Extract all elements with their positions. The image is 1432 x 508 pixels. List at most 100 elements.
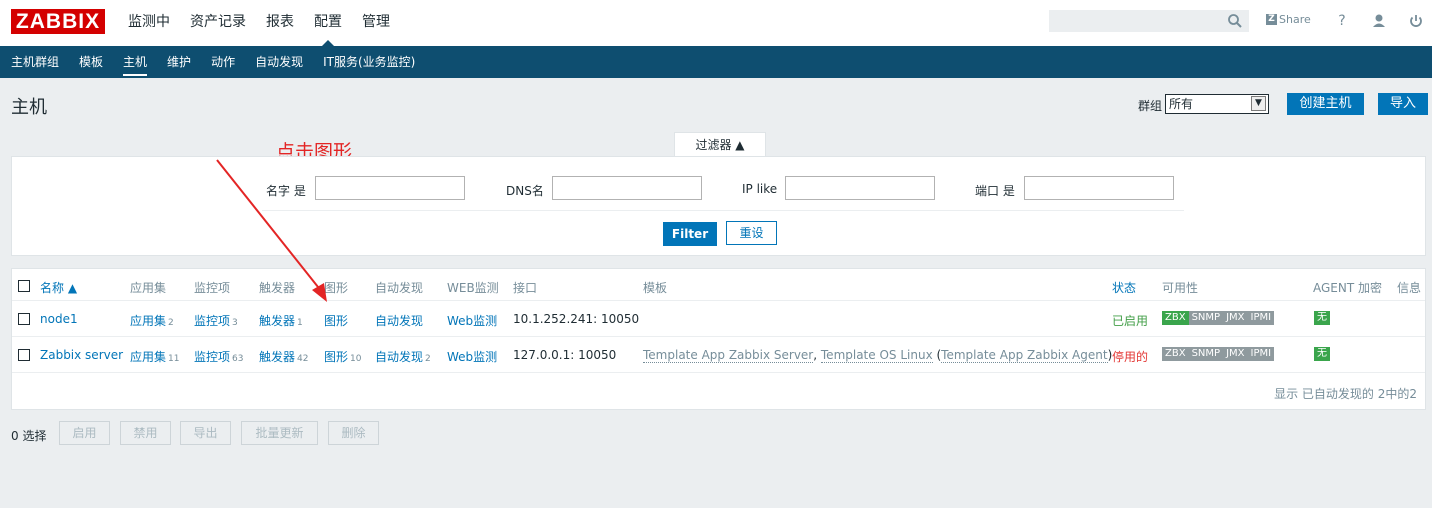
delete-button[interactable]: 删除 [328,421,379,445]
triggers-cell: 触发器 1 [259,312,303,329]
main-nav: 监测中 资产记录 报表 配置 管理 [118,0,400,46]
col-availability: 可用性 [1162,281,1199,295]
applications-cell: 应用集 2 [130,312,174,329]
user-icon[interactable] [1370,12,1388,30]
subnav-maintenance[interactable]: 维护 [157,46,201,78]
graphs-link[interactable]: 图形 [324,314,348,328]
template-link[interactable]: Template App Zabbix Server [643,348,814,363]
triggers-link[interactable]: 触发器 [259,350,295,364]
graphs-link[interactable]: 图形 [324,350,348,364]
subnav-discovery[interactable]: 自动发现 [245,46,313,78]
items-count: 3 [232,318,238,328]
status-link[interactable]: 已启用 [1112,312,1148,329]
status-link[interactable]: 停用的 [1112,348,1148,365]
logout-icon[interactable] [1407,12,1425,30]
col-status[interactable]: 状态 [1112,279,1136,296]
templates-cell: Template App Zabbix Server, Template OS … [643,348,1112,363]
discovery-count: 2 [425,354,431,364]
row-divider [12,372,1425,373]
triggers-link[interactable]: 触发器 [259,314,295,328]
discovery-cell: 自动发现 2 [375,348,431,365]
template-link[interactable]: Template OS Linux [820,348,933,363]
applications-link[interactable]: 应用集 [130,350,166,364]
template-link[interactable]: Template App Zabbix Agent [941,348,1108,363]
interface-cell: 127.0.0.1: 10050 [513,348,617,362]
jmx-badge: JMX [1223,311,1248,325]
triggers-count: 1 [297,318,303,328]
ipmi-badge: IPMI [1247,311,1275,325]
nav-administration[interactable]: 管理 [352,0,400,46]
filter-dns-input[interactable] [552,176,702,200]
col-web: WEB监测 [447,281,499,295]
filter-name-input[interactable] [315,176,465,200]
top-bar: ZABBIX 监测中 资产记录 报表 配置 管理 Z Share ? [0,0,1432,46]
host-name-link[interactable]: Zabbix server [40,348,123,362]
host-name-link[interactable]: node1 [40,312,78,326]
availability-badges: ZBX SNMP JMX IPMI [1162,347,1275,361]
reset-button[interactable]: 重设 [726,221,777,245]
filter-ip-input[interactable] [785,176,935,200]
group-select-value: 所有 [1169,97,1194,111]
zbx-badge: ZBX [1162,347,1189,361]
help-icon[interactable]: ? [1333,12,1351,30]
col-interface: 接口 [513,281,538,295]
nav-inventory[interactable]: 资产记录 [180,0,256,46]
nav-monitoring[interactable]: 监测中 [118,0,180,46]
subnav-templates[interactable]: 模板 [69,46,113,78]
template-separator: , [813,348,821,362]
filter-button[interactable]: Filter [663,222,717,246]
snmp-badge: SNMP [1188,347,1224,361]
filter-tab[interactable]: 过滤器 ▲ [674,132,766,157]
ipmi-badge: IPMI [1247,347,1275,361]
export-button[interactable]: 导出 [180,421,231,445]
subnav-it-services[interactable]: IT服务(业务监控) [313,46,425,78]
disable-button[interactable]: 禁用 [120,421,171,445]
items-count: 63 [232,354,244,364]
nav-reports[interactable]: 报表 [256,0,304,46]
graphs-cell: 图形 [324,312,350,329]
web-link[interactable]: Web监测 [447,312,497,329]
triggers-count: 42 [297,354,309,364]
jmx-badge: JMX [1223,347,1248,361]
graphs-count: 10 [350,354,362,364]
enable-button[interactable]: 启用 [59,421,110,445]
col-name[interactable]: 名称 ▲ [40,279,77,296]
mass-update-button[interactable]: 批量更新 [241,421,318,445]
row-divider [12,336,1425,337]
create-host-button[interactable]: 创建主机 [1287,93,1364,115]
chevron-down-icon: ▼ [1251,96,1266,111]
zabbix-logo[interactable]: ZABBIX [11,9,105,34]
encryption-badge: 无 [1314,311,1330,325]
row-divider [12,300,1425,301]
subnav-hosts[interactable]: 主机 [113,46,157,78]
web-link[interactable]: Web监测 [447,348,497,365]
filter-ip-label: IP like [742,182,778,196]
discovery-link[interactable]: 自动发现 [375,314,423,328]
group-select[interactable]: 所有 ▼ [1165,94,1269,114]
filter-port-input[interactable] [1024,176,1174,200]
discovery-link[interactable]: 自动发现 [375,350,423,364]
select-all-checkbox[interactable] [18,280,30,292]
import-button[interactable]: 导入 [1378,93,1428,115]
applications-link[interactable]: 应用集 [130,314,166,328]
share-button[interactable]: Z Share [1266,13,1311,26]
triggers-cell: 触发器 42 [259,348,308,365]
row-checkbox[interactable] [18,313,30,325]
filter-dns-label: DNS名 [506,184,544,198]
availability-badges: ZBX SNMP JMX IPMI [1162,311,1275,325]
search-icon[interactable] [1227,13,1243,29]
sub-nav: 主机群组 模板 主机 维护 动作 自动发现 IT服务(业务监控) [0,46,1432,78]
col-discovery: 自动发现 [375,281,424,295]
col-templates: 模板 [643,281,668,295]
row-checkbox[interactable] [18,349,30,361]
share-icon: Z [1266,14,1277,25]
items-link[interactable]: 监控项 [194,350,230,364]
col-info: 信息 [1397,281,1422,295]
items-link[interactable]: 监控项 [194,314,230,328]
nav-configuration[interactable]: 配置 [304,0,352,46]
subnav-actions[interactable]: 动作 [201,46,245,78]
search-input[interactable] [1049,10,1249,32]
filter-name-label: 名字 是 [266,184,306,198]
subnav-host-groups[interactable]: 主机群组 [1,46,69,78]
hosts-table: 名称 ▲ 应用集 监控项 触发器 图形 自动发现 WEB监测 接口 模板 状态 … [11,268,1426,410]
